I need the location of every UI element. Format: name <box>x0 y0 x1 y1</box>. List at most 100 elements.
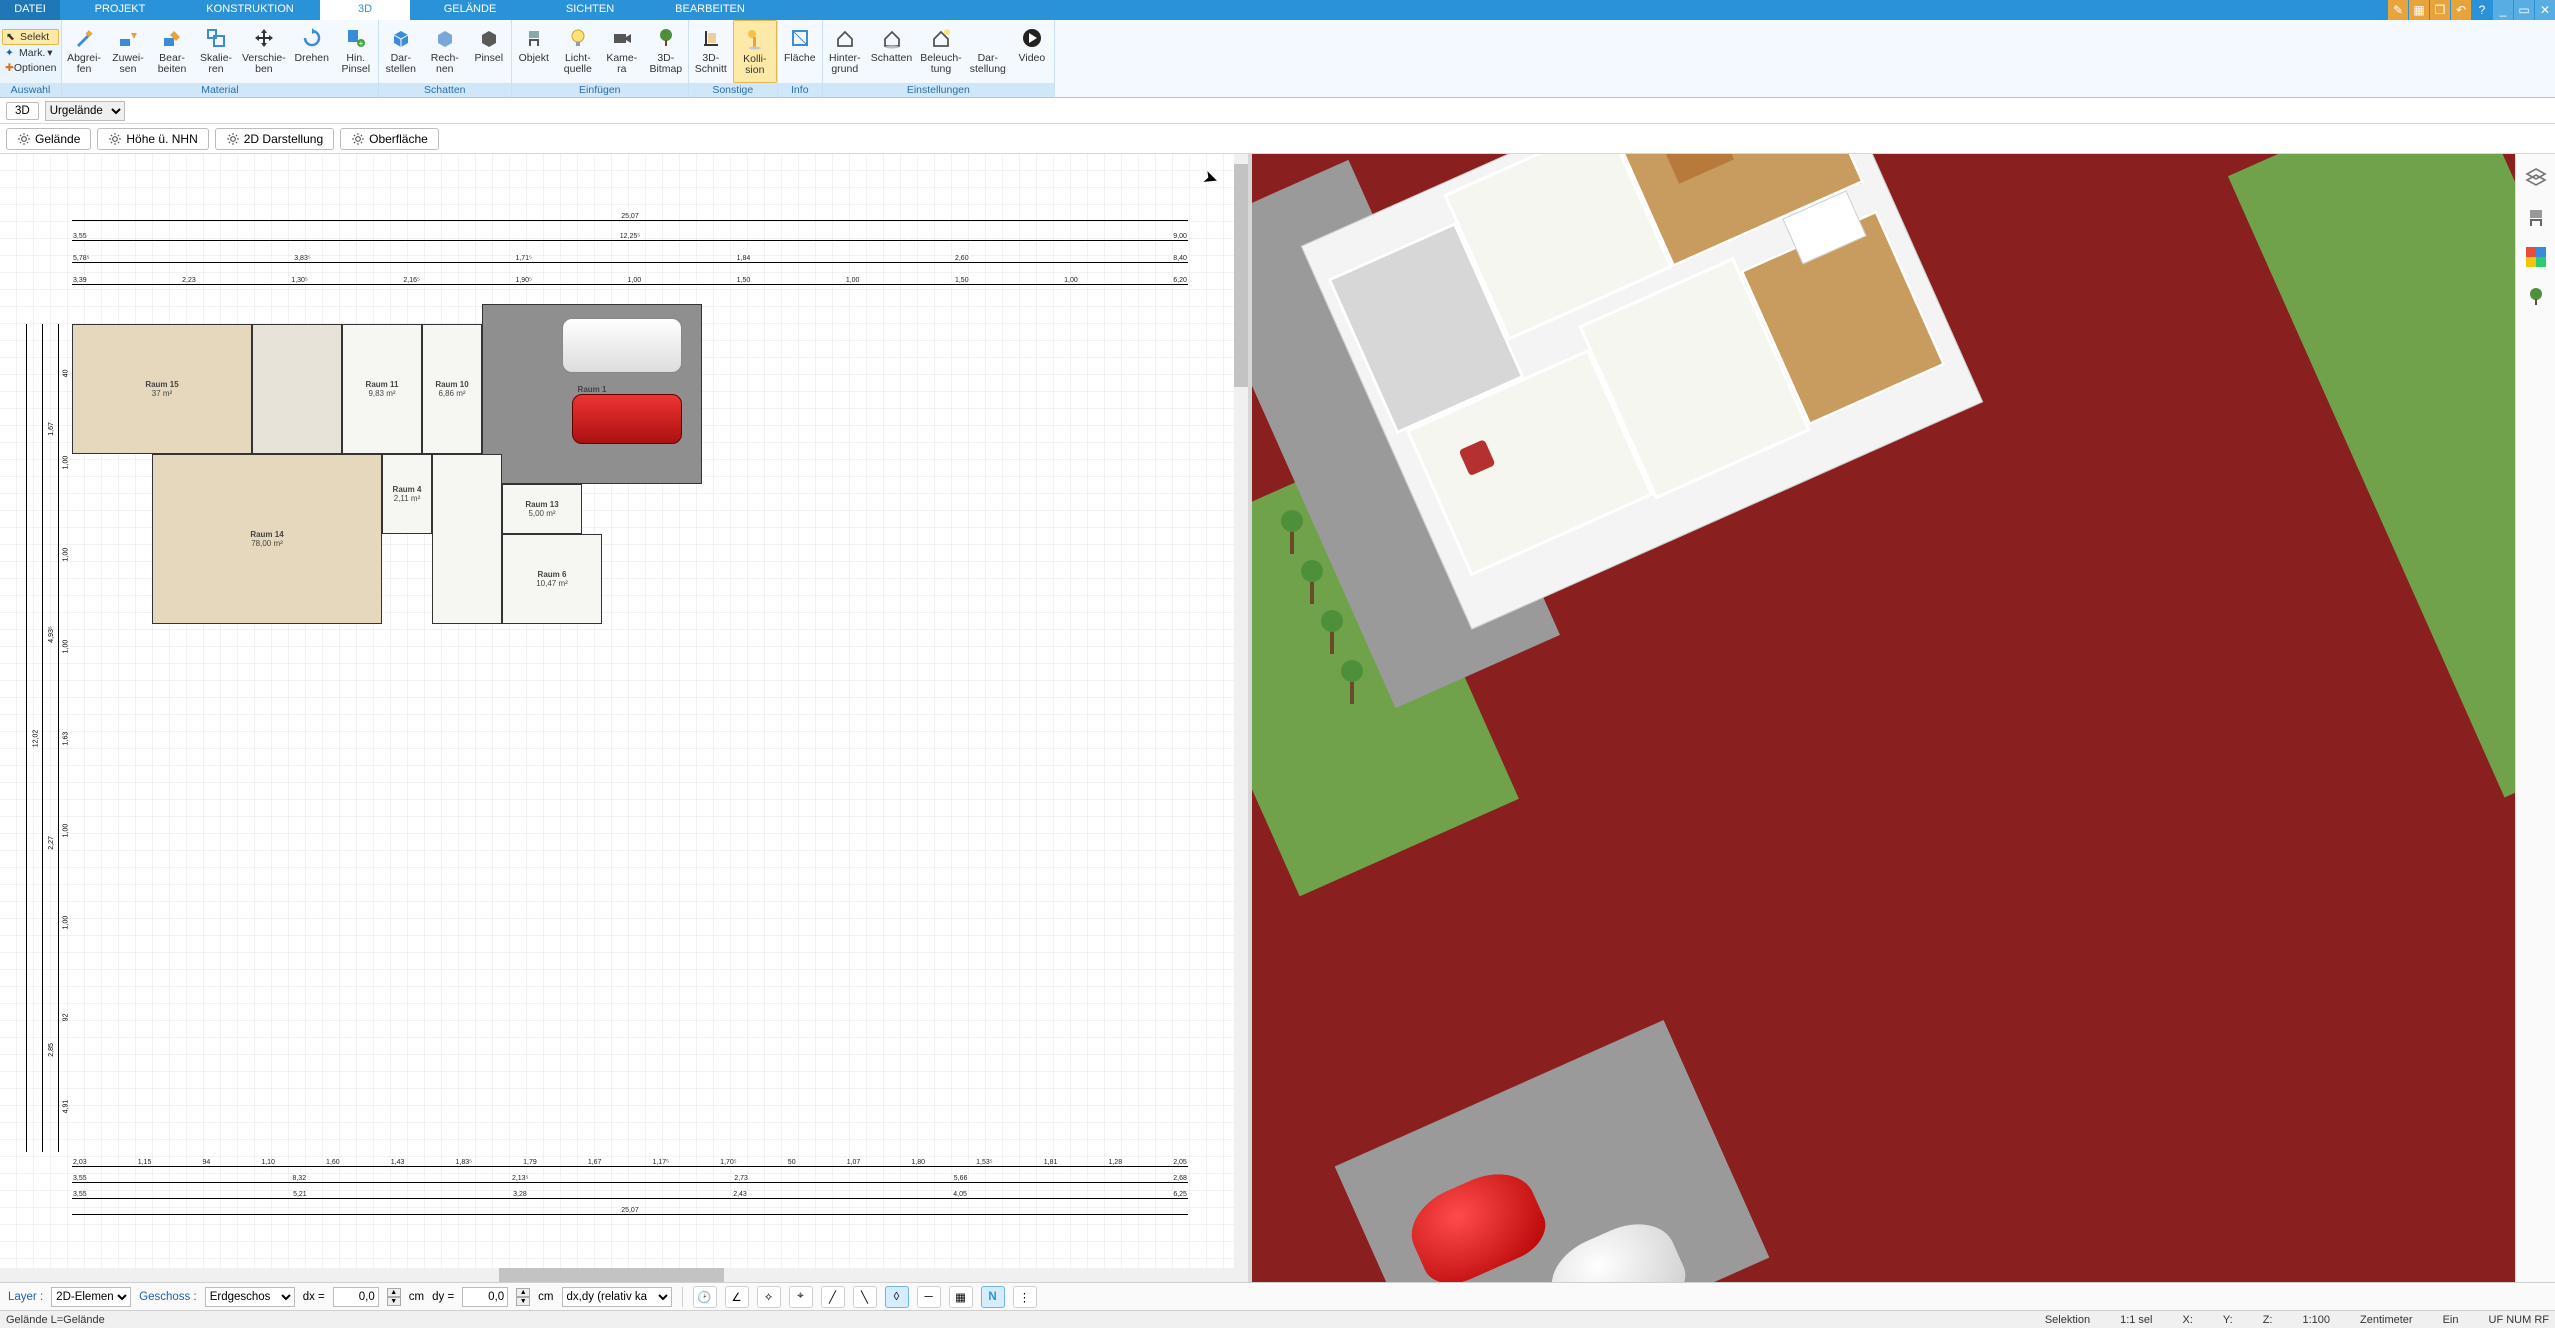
rotate-icon <box>298 24 326 52</box>
house-shadow-icon <box>878 24 906 52</box>
2d-plan-viewport[interactable]: ➤ 25,07 3,5512,25⁵9,00 5,78⁵3,83⁵1,71⁵1,… <box>0 154 1252 1282</box>
helper-lines-icon[interactable]: ╱ <box>821 1286 845 1308</box>
drehen-button[interactable]: Drehen <box>290 20 334 83</box>
dimensions-left: 12,02 1,674,93⁵2,272,85 401,001,001,001,… <box>22 324 72 1152</box>
line-icon[interactable]: ─ <box>917 1286 941 1308</box>
tab-bearbeiten[interactable]: BEARBEITEN <box>650 0 770 20</box>
layer-select[interactable]: 2D-Elemen <box>51 1287 131 1307</box>
rail-tree-icon[interactable] <box>2523 284 2549 310</box>
node-snap-icon[interactable]: N <box>981 1286 1005 1308</box>
ribbon-group-einfuegen: Objekt Licht- quelle Kame- ra 3D- Bitmap… <box>512 20 689 97</box>
titlebar-help-icon[interactable]: ? <box>2472 0 2492 20</box>
window-maximize-button[interactable]: ▭ <box>2514 0 2534 20</box>
grid-origin-icon[interactable]: ⌖ <box>789 1286 813 1308</box>
main-split: ➤ 25,07 3,5512,25⁵9,00 5,78⁵3,83⁵1,71⁵1,… <box>0 154 2555 1282</box>
coord-mode-select[interactable]: dx,dy (relativ ka <box>562 1287 672 1307</box>
darstellen-button[interactable]: Dar- stellen <box>379 20 423 83</box>
bearbeiten-button[interactable]: Bear- beiten <box>150 20 194 83</box>
plane-icon[interactable]: ◊ <box>885 1286 909 1308</box>
brush-add-icon: + <box>342 24 370 52</box>
oberflaeche-button[interactable]: Oberfläche <box>340 128 439 150</box>
dx-label: dx = <box>303 1291 325 1303</box>
status-unit: Zentimeter <box>2360 1314 2413 1326</box>
grid-toggle-icon[interactable]: ▦ <box>949 1286 973 1308</box>
hinpinsel-button[interactable]: +Hin. Pinsel <box>334 20 378 83</box>
move-icon <box>250 24 278 52</box>
zuweisen-button[interactable]: Zuwei- sen <box>106 20 150 83</box>
group-label-auswahl: Auswahl <box>0 83 61 97</box>
tab-gelaende[interactable]: GELÄNDE <box>410 0 530 20</box>
status-sel-ratio: 1:1 sel <box>2120 1314 2152 1326</box>
schatten-settings-button[interactable]: Schatten <box>867 20 916 83</box>
room-13: Raum 135,00 m² <box>502 484 582 534</box>
gelaende-button[interactable]: Gelände <box>6 128 91 150</box>
3d-viewport[interactable] <box>1252 154 2555 1282</box>
tab-datei[interactable]: DATEI <box>0 0 60 20</box>
scale-icon <box>202 24 230 52</box>
flaeche-button[interactable]: Fläche <box>778 20 822 83</box>
2d-vertical-scrollbar[interactable] <box>1234 154 1248 1268</box>
dy-label: dy = <box>432 1291 454 1303</box>
tab-konstruktion[interactable]: KONSTRUKTION <box>180 0 320 20</box>
floor-select[interactable]: Erdgeschos <box>205 1287 295 1307</box>
view-mode-chip[interactable]: 3D <box>6 102 39 120</box>
rail-palette-icon[interactable] <box>2523 244 2549 270</box>
collision-icon <box>741 25 769 53</box>
clock-icon[interactable]: 🕑 <box>693 1286 717 1308</box>
camera-icon <box>608 24 636 52</box>
3dschnitt-button[interactable]: 3D- Schnitt <box>689 20 733 83</box>
video-button[interactable]: Video <box>1010 20 1054 83</box>
mark-button[interactable]: ✦Mark.▾ <box>2 46 59 60</box>
helper-lines2-icon[interactable]: ╲ <box>853 1286 877 1308</box>
titlebar-tool-icon[interactable]: ✎ <box>2388 0 2408 20</box>
hintergrund-button[interactable]: Hinter- grund <box>823 20 867 83</box>
beleuchtung-button[interactable]: Beleuch- tung <box>916 20 965 83</box>
tab-sichten[interactable]: SICHTEN <box>530 0 650 20</box>
3d-tool-rail <box>2515 154 2555 1282</box>
more-icon[interactable]: ⋮ <box>1013 1286 1037 1308</box>
snap-icon[interactable]: ✧ <box>757 1286 781 1308</box>
titlebar-undo-icon[interactable]: ↶ <box>2451 0 2471 20</box>
chair-icon <box>520 24 548 52</box>
floor-plan: Raum 1537 m² Raum 119,83 m² Raum 106,86 … <box>72 324 1188 654</box>
skalieren-button[interactable]: Skalie- ren <box>194 20 238 83</box>
tab-projekt[interactable]: PROJEKT <box>60 0 180 20</box>
titlebar-box-icon[interactable]: ❒ <box>2430 0 2450 20</box>
dy-input[interactable] <box>462 1287 508 1307</box>
window-minimize-button[interactable]: _ <box>2493 0 2513 20</box>
terrain-select[interactable]: Urgelände <box>45 101 125 121</box>
2d-darstellung-button[interactable]: 2D Darstellung <box>215 128 334 150</box>
context-bar: 3D Urgelände <box>0 98 2555 124</box>
lichtquelle-button[interactable]: Licht- quelle <box>556 20 600 83</box>
hoehe-button[interactable]: Höhe ü. NHN <box>97 128 208 150</box>
abgreifen-button[interactable]: Abgrei- fen <box>62 20 106 83</box>
section-icon <box>697 24 725 52</box>
pinsel-button[interactable]: Pinsel <box>467 20 511 83</box>
titlebar-layers-icon[interactable]: ▦ <box>2409 0 2429 20</box>
dx-spinner[interactable]: ▲▼ <box>387 1288 401 1306</box>
angle-icon[interactable]: ∠ <box>725 1286 749 1308</box>
ribbon: ⬉Selekt ✦Mark.▾ ✚Optionen Auswahl Abgrei… <box>0 20 2555 98</box>
rail-layers-icon[interactable] <box>2523 164 2549 190</box>
objekt-button[interactable]: Objekt <box>512 20 556 83</box>
3dbitmap-button[interactable]: 3D- Bitmap <box>644 20 688 83</box>
brush-icon <box>475 24 503 52</box>
verschieben-button[interactable]: Verschie- ben <box>238 20 290 83</box>
cube-icon <box>387 24 415 52</box>
dx-input[interactable] <box>333 1287 379 1307</box>
window-close-button[interactable]: ✕ <box>2535 0 2555 20</box>
select-button[interactable]: ⬉Selekt <box>2 29 59 45</box>
options-button[interactable]: ✚Optionen <box>2 61 59 75</box>
room-10: Raum 106,86 m² <box>422 324 482 454</box>
darstellung-button[interactable]: Dar- stellung <box>966 20 1010 83</box>
kamera-button[interactable]: Kame- ra <box>600 20 644 83</box>
2d-horizontal-scrollbar[interactable] <box>0 1268 1248 1282</box>
rail-chair-icon[interactable] <box>2523 204 2549 230</box>
tab-3d[interactable]: 3D <box>320 0 410 20</box>
rechnen-button[interactable]: Rech- nen <box>423 20 467 83</box>
layer-label: Layer : <box>8 1291 43 1303</box>
gear-icon <box>351 132 365 146</box>
kollision-button[interactable]: Kolli- sion <box>733 20 777 83</box>
tree-icon <box>652 24 680 52</box>
dy-spinner[interactable]: ▲▼ <box>516 1288 530 1306</box>
